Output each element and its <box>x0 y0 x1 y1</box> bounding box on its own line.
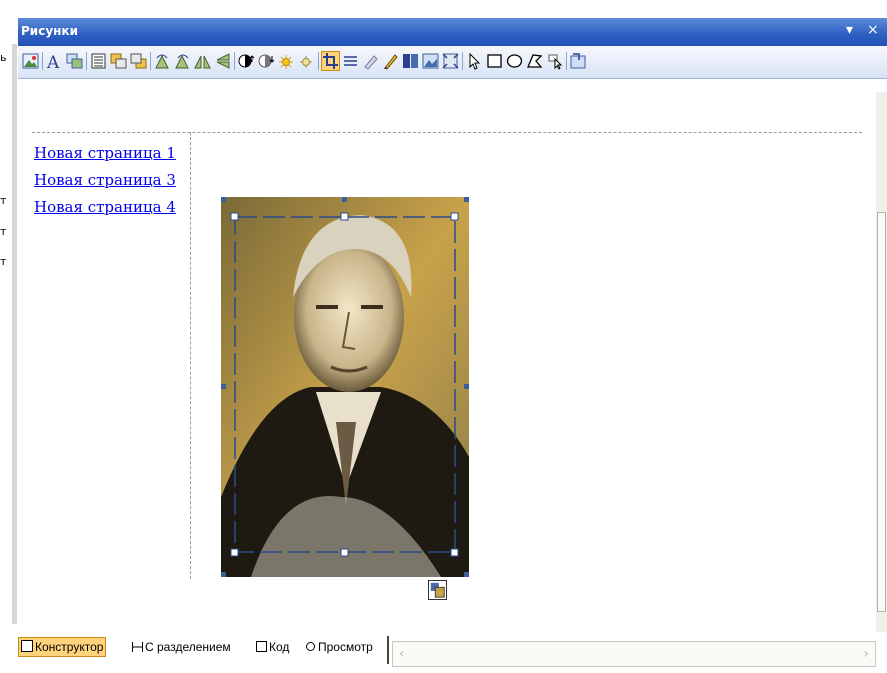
nav-link[interactable]: Новая страница 1 <box>34 144 192 162</box>
line-style-icon[interactable] <box>342 52 359 70</box>
circle-hotspot-icon[interactable] <box>506 52 523 70</box>
tab-preview-label: Просмотр <box>318 640 373 654</box>
toolbar-separator <box>150 52 151 70</box>
flip-horizontal-icon[interactable] <box>194 52 211 70</box>
text-wrap-icon[interactable] <box>90 52 107 70</box>
crop-icon[interactable] <box>321 51 340 71</box>
tab-code-label: Код <box>269 640 290 654</box>
tab-code[interactable]: Код <box>256 638 289 656</box>
svg-text:A: A <box>46 53 60 70</box>
close-icon[interactable]: × <box>867 22 879 38</box>
design-view-icon <box>21 640 33 652</box>
code-view-icon <box>256 641 267 652</box>
toolbar-separator <box>86 52 87 70</box>
left-panel-border <box>12 44 17 624</box>
less-brightness-icon[interactable] <box>298 52 315 70</box>
left-panel-char: ь <box>0 51 7 64</box>
left-panel-char: т <box>0 225 7 238</box>
nav-link[interactable]: Новая страница 4 <box>34 198 192 216</box>
tab-split[interactable]: С разделением <box>132 638 231 656</box>
bring-forward-icon[interactable] <box>110 52 127 70</box>
rotate-left-icon[interactable] <box>154 52 171 70</box>
preview-magnifier-icon <box>306 642 315 651</box>
rectangle-hotspot-icon[interactable] <box>486 52 503 70</box>
portrait-image[interactable] <box>221 197 469 577</box>
toolbar-separator <box>566 52 567 70</box>
color-icon[interactable] <box>382 52 399 70</box>
scroll-left-icon[interactable]: ‹ <box>399 646 405 662</box>
hotspot-icon[interactable] <box>442 52 459 70</box>
send-backward-icon[interactable] <box>130 52 147 70</box>
flip-vertical-icon[interactable] <box>214 52 231 70</box>
left-panel-char: т <box>0 194 7 207</box>
nav-link[interactable]: Новая страница 3 <box>34 171 192 189</box>
toolbar-separator <box>462 52 463 70</box>
split-view-icon <box>132 642 143 652</box>
tabs-separator <box>387 636 389 664</box>
toolbar-options-icon[interactable]: ▾ <box>846 22 853 38</box>
tab-design[interactable]: Конструктор <box>18 637 107 657</box>
tab-design-label: Конструктор <box>35 640 104 654</box>
horizontal-scrollbar[interactable]: ‹ › <box>392 641 876 667</box>
toolbar-title: Рисунки <box>21 24 78 38</box>
toolbar-separator <box>318 52 319 70</box>
vertical-scrollbar[interactable] <box>876 92 887 632</box>
select-icon[interactable] <box>466 52 483 70</box>
more-contrast-icon[interactable] <box>238 52 255 70</box>
highlight-hotspots-icon[interactable] <box>546 52 563 70</box>
restore-picture-icon[interactable] <box>570 52 587 70</box>
thumbnail-icon[interactable] <box>66 52 83 70</box>
wordart-icon[interactable]: A <box>46 52 63 70</box>
toolbar-titlebar[interactable]: Рисунки ▾ × <box>18 18 887 46</box>
resample-icon[interactable] <box>422 52 439 70</box>
more-brightness-icon[interactable] <box>278 52 295 70</box>
vertical-scroll-thumb[interactable] <box>877 212 886 612</box>
less-contrast-icon[interactable] <box>258 52 275 70</box>
tab-preview[interactable]: Просмотр <box>306 638 373 656</box>
left-panel-char: т <box>0 255 7 268</box>
set-transparent-icon[interactable] <box>362 52 379 70</box>
table-border-horizontal <box>32 132 862 133</box>
pictures-toolbar: A <box>18 46 887 79</box>
scroll-right-icon[interactable]: › <box>863 646 869 662</box>
page-design-area[interactable]: Новая страница 1 Новая страница 3 Новая … <box>18 92 876 632</box>
toolbar-separator <box>42 52 43 70</box>
pictures-toolbar-window: Рисунки ▾ × A <box>18 18 887 92</box>
toolbar-separator <box>234 52 235 70</box>
tab-split-label: С разделением <box>145 640 231 654</box>
left-panel-strip: ь т т т е <box>0 0 18 673</box>
insert-picture-icon[interactable] <box>22 52 39 70</box>
rotate-right-icon[interactable] <box>174 52 191 70</box>
bevel-icon[interactable] <box>402 52 419 70</box>
picture-options-icon[interactable] <box>428 580 447 600</box>
polygon-hotspot-icon[interactable] <box>526 52 543 70</box>
